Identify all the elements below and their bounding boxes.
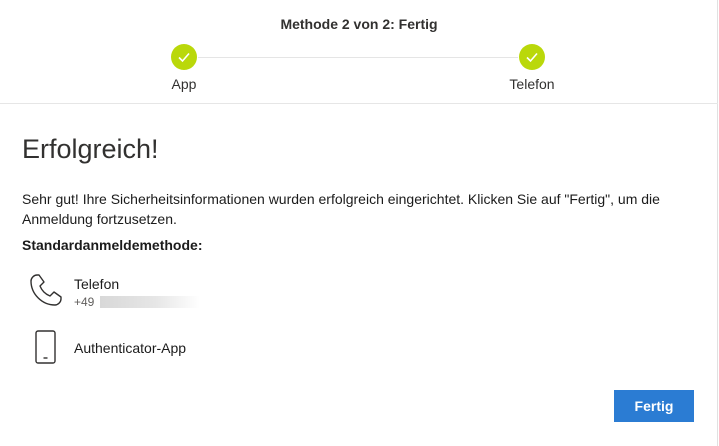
step-label-telefon: Telefon — [509, 76, 555, 92]
method-detail: +49 — [74, 295, 201, 309]
phone-icon — [28, 272, 64, 313]
default-method-label: Standardanmeldemethode: — [22, 237, 203, 253]
dialog-frame: Methode 2 von 2: Fertig App Telefon Erfo… — [0, 0, 718, 446]
progress-stepper: Methode 2 von 2: Fertig App Telefon — [0, 0, 718, 104]
step-label-app: App — [171, 76, 197, 92]
success-message: Sehr gut! Ihre Sicherheitsinformationen … — [22, 191, 660, 227]
method-name: Authenticator-App — [74, 340, 187, 356]
step-title: Methode 2 von 2: Fertig — [280, 16, 438, 32]
redacted-phone-number — [100, 296, 201, 308]
step-telefon: Telefon — [492, 44, 572, 92]
step-connector-line — [198, 57, 518, 58]
method-text: Telefon +49 — [74, 276, 201, 309]
method-name: Telefon — [74, 276, 120, 292]
checkmark-icon — [519, 44, 545, 70]
mobile-device-icon — [28, 330, 64, 371]
phone-number-prefix: +49 — [74, 295, 95, 309]
checkmark-icon — [171, 44, 197, 70]
page-title: Erfolgreich! — [22, 134, 159, 164]
step-app: App — [144, 44, 224, 92]
fertig-button[interactable]: Fertig — [614, 390, 694, 422]
